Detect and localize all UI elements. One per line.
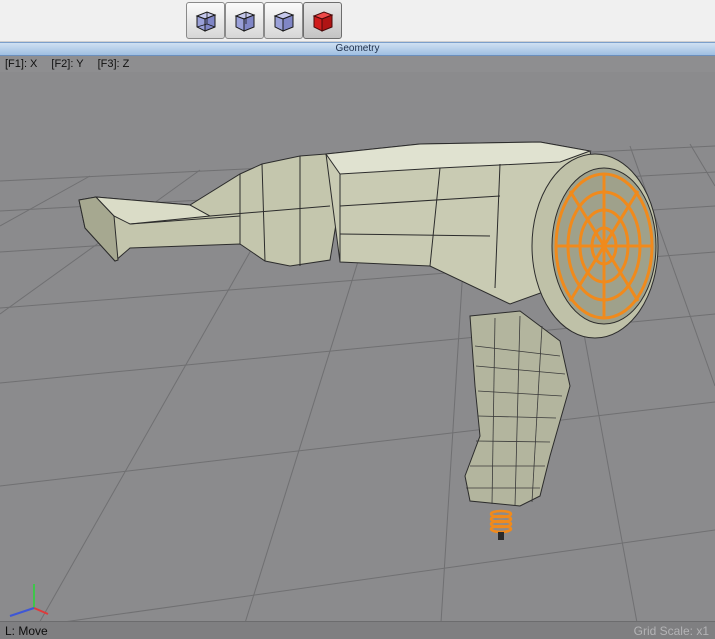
hair-dryer-mesh	[78, 141, 659, 507]
grid-scale: Grid Scale: x1	[633, 624, 709, 638]
status-bar: L: Move Grid Scale: x1	[0, 621, 715, 639]
wireframe-cube-icon	[195, 10, 216, 32]
wireframe-cube-icon	[234, 10, 255, 32]
cord-spring	[489, 509, 513, 534]
flat-shaded-mode-button[interactable]	[264, 2, 303, 39]
status-mode: L: Move	[5, 624, 48, 638]
panel-title: Geometry	[0, 42, 715, 56]
solid-mode-button[interactable]	[303, 2, 342, 39]
axis-key-x: [F1]: X	[5, 58, 38, 70]
selected-grille	[554, 172, 654, 320]
axis-key-y: [F2]: Y	[51, 58, 84, 70]
wireframe-mode-button[interactable]	[186, 2, 225, 39]
axis-key-hints: [F1]: X [F2]: Y [F3]: Z	[0, 56, 715, 72]
3d-viewport[interactable]: [F1]: X [F2]: Y [F3]: Z	[0, 56, 715, 639]
scene-canvas[interactable]	[0, 56, 715, 639]
shaded-cube-icon	[273, 10, 294, 32]
hidden-line-mode-button[interactable]	[225, 2, 264, 39]
solid-cube-icon	[312, 10, 333, 32]
axis-key-z: [F3]: Z	[97, 58, 130, 70]
axis-gizmo-icon	[9, 584, 49, 617]
toolbar	[0, 0, 715, 42]
cord-end	[498, 532, 504, 540]
view-mode-buttons	[186, 2, 342, 39]
